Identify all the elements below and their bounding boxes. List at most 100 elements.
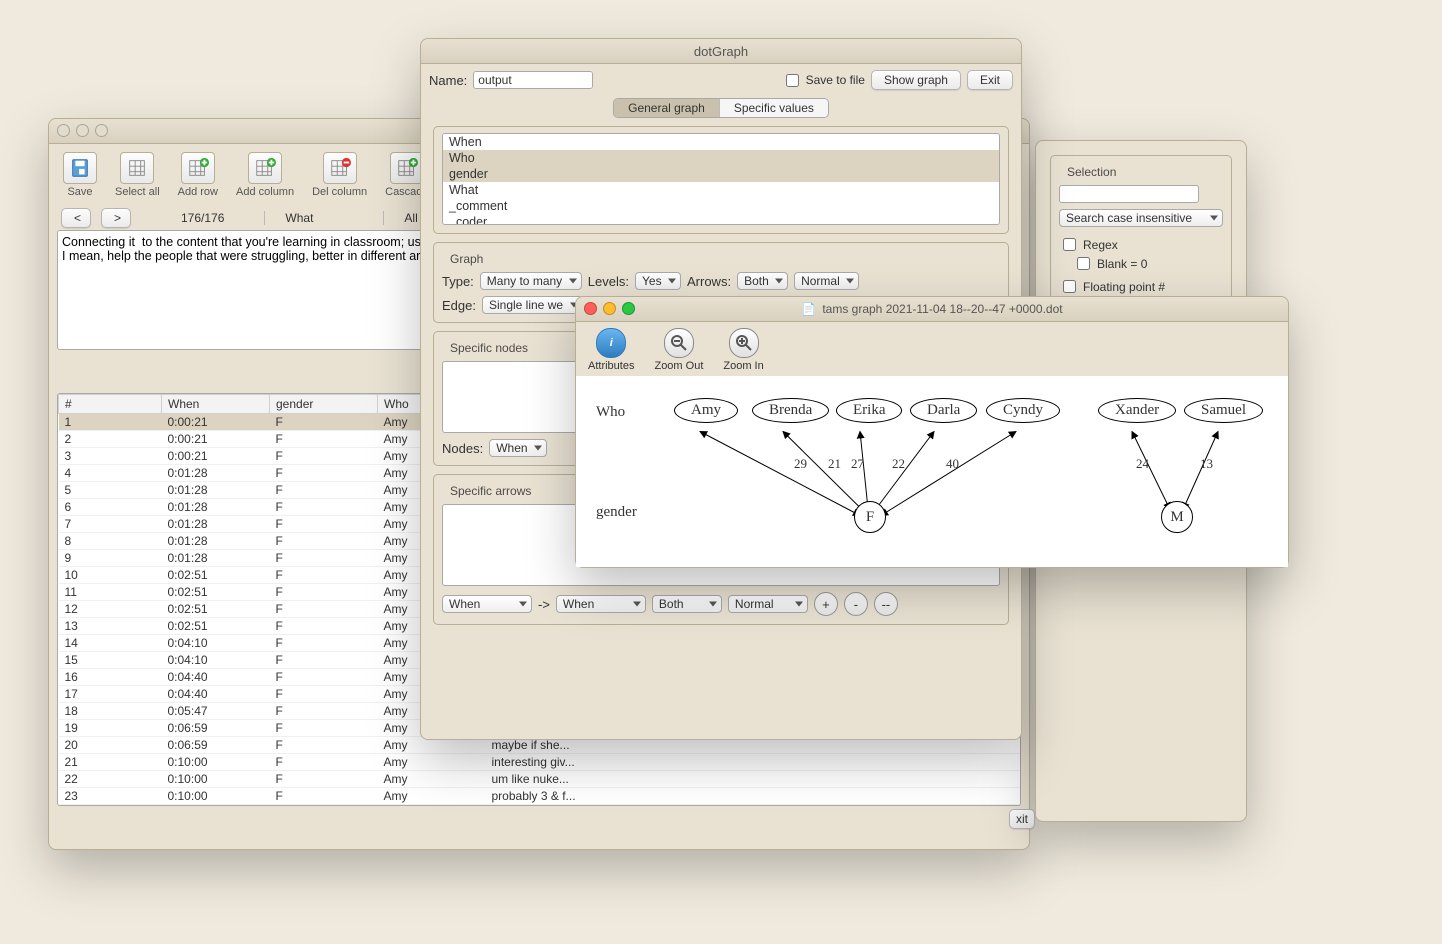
float-checkbox[interactable]: Floating point # xyxy=(1059,277,1223,296)
col-when[interactable]: When xyxy=(162,395,270,414)
cell: 23 xyxy=(59,788,162,805)
counter: 176/176 xyxy=(181,211,224,225)
selection-search-input[interactable] xyxy=(1059,185,1199,203)
show-graph-button[interactable]: Show graph xyxy=(871,70,961,90)
type-label: Type: xyxy=(442,274,474,289)
cell: 0:01:28 xyxy=(162,533,270,550)
del-column-button[interactable]: Del column xyxy=(312,152,367,198)
add-arrow-button[interactable]: + xyxy=(814,592,838,616)
prev-button[interactable]: < xyxy=(61,208,91,228)
name-input[interactable] xyxy=(473,71,593,89)
edge-select[interactable]: Single line we xyxy=(482,296,583,314)
remove-arrow-button[interactable]: - xyxy=(844,592,868,616)
list-item[interactable]: _coder xyxy=(443,214,999,225)
window-title: dotGraph xyxy=(694,44,748,59)
cell: 0:02:51 xyxy=(162,584,270,601)
cell: F xyxy=(270,686,378,703)
cell: 0:06:59 xyxy=(162,720,270,737)
cell: probably 3 & f... xyxy=(486,788,1020,805)
cell: 17 xyxy=(59,686,162,703)
dotgraph-titlebar: dotGraph xyxy=(421,39,1021,64)
attributes-button[interactable]: i Attributes xyxy=(588,328,634,372)
cell: F xyxy=(270,635,378,652)
tab-specific[interactable]: Specific values xyxy=(720,99,828,117)
col-all: All xyxy=(383,211,417,225)
arrow-to-select[interactable]: When xyxy=(556,595,646,613)
regex-checkbox[interactable]: Regex xyxy=(1059,235,1223,254)
exit-peek[interactable]: xit xyxy=(1009,809,1035,829)
blank-checkbox[interactable]: Blank = 0 xyxy=(1073,254,1147,273)
specific-arrows-legend: Specific arrows xyxy=(446,484,535,498)
save-button[interactable]: Save xyxy=(63,152,97,198)
cell: 0:02:51 xyxy=(162,567,270,584)
tab-general[interactable]: General graph xyxy=(614,99,720,117)
table-row[interactable]: 220:10:00FAmyum like nuke... xyxy=(59,771,1020,788)
cell: 7 xyxy=(59,516,162,533)
next-button[interactable]: > xyxy=(101,208,131,228)
cell: F xyxy=(270,669,378,686)
cell: Amy xyxy=(378,754,486,771)
list-item[interactable]: What xyxy=(443,182,999,198)
remove-all-arrows-button[interactable]: -- xyxy=(874,592,898,616)
cell: Amy xyxy=(378,788,486,805)
table-row[interactable]: 230:10:00FAmyprobably 3 & f... xyxy=(59,788,1020,805)
table-row[interactable]: 210:10:00FAmyinteresting giv... xyxy=(59,754,1020,771)
levels-label: Levels: xyxy=(588,274,629,289)
arrow-from-select[interactable]: When xyxy=(442,595,532,613)
arrows-select[interactable]: Both xyxy=(737,272,788,290)
attribute-list[interactable]: When Who gender What _comment _coder xyxy=(442,133,1000,225)
zoom-icon[interactable] xyxy=(95,124,108,137)
node-m: M xyxy=(1161,501,1193,533)
cell: 0:06:59 xyxy=(162,737,270,754)
exit-button[interactable]: Exit xyxy=(967,70,1013,90)
close-icon[interactable] xyxy=(57,124,70,137)
col-num[interactable]: # xyxy=(59,395,162,414)
zoom-icon[interactable] xyxy=(622,302,635,315)
cell: 11 xyxy=(59,584,162,601)
cell: 0:00:21 xyxy=(162,448,270,465)
levels-select[interactable]: Yes xyxy=(635,272,681,290)
list-item[interactable]: _comment xyxy=(443,198,999,214)
style-select[interactable]: Normal xyxy=(794,272,859,290)
type-select[interactable]: Many to many xyxy=(480,272,582,290)
nodes-select[interactable]: When xyxy=(489,439,547,457)
nodes-label: Nodes: xyxy=(442,441,483,456)
add-row-button[interactable]: Add row xyxy=(178,152,218,198)
minimize-icon[interactable] xyxy=(603,302,616,315)
cell: 16 xyxy=(59,669,162,686)
col-what: What xyxy=(264,211,313,225)
arrow-style-select[interactable]: Normal xyxy=(728,595,808,613)
cell: 5 xyxy=(59,482,162,499)
select-all-button[interactable]: Select all xyxy=(115,152,160,198)
close-icon[interactable] xyxy=(584,302,597,315)
cell: F xyxy=(270,720,378,737)
list-item[interactable]: gender xyxy=(443,166,999,182)
minimize-icon[interactable] xyxy=(76,124,89,137)
list-item[interactable]: When xyxy=(443,134,999,150)
name-label: Name: xyxy=(429,73,467,88)
graph-canvas[interactable]: Who gender Amy Brenda Erika Darla Cyndy … xyxy=(576,376,1288,567)
col-gender[interactable]: gender xyxy=(270,395,378,414)
edge-label: Edge: xyxy=(442,298,476,313)
node-brenda: Brenda xyxy=(752,398,829,423)
node-erika: Erika xyxy=(836,398,902,423)
add-column-button[interactable]: Add column xyxy=(236,152,294,198)
cell: interesting giv... xyxy=(486,754,1020,771)
list-item[interactable]: Who xyxy=(443,150,999,166)
save-to-file-checkbox[interactable]: Save to file xyxy=(782,71,865,90)
search-mode-select[interactable]: Search case insensitive xyxy=(1059,209,1223,227)
cell: 0:04:10 xyxy=(162,635,270,652)
cell: 6 xyxy=(59,499,162,516)
arrow-dir-select[interactable]: Both xyxy=(652,595,722,613)
edge-weight: 40 xyxy=(946,456,959,472)
cell: F xyxy=(270,601,378,618)
zoom-in-button[interactable]: Zoom In xyxy=(723,328,763,372)
cell: 0:04:40 xyxy=(162,686,270,703)
edge-weight: 21 xyxy=(828,456,841,472)
zoom-out-button[interactable]: Zoom Out xyxy=(654,328,703,372)
node-xander: Xander xyxy=(1098,398,1176,423)
cell: 0:01:28 xyxy=(162,465,270,482)
graph-tabs: General graph Specific values xyxy=(613,98,829,118)
cell: F xyxy=(270,737,378,754)
cell: 21 xyxy=(59,754,162,771)
